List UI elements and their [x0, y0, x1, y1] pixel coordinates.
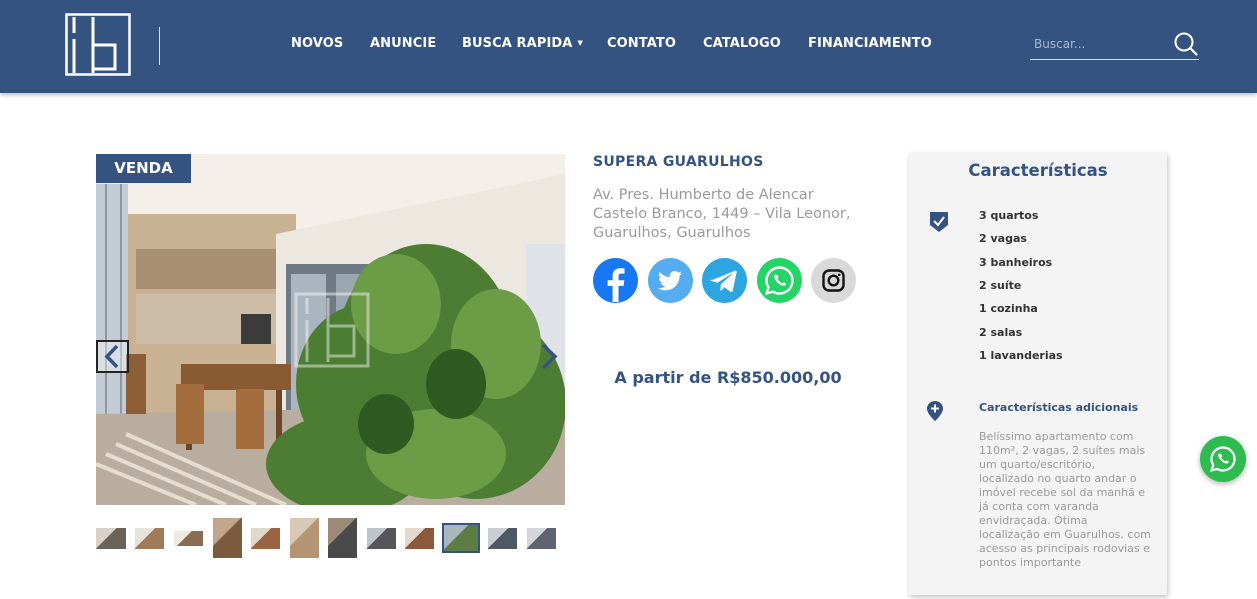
photo-thumbnail[interactable]	[367, 528, 396, 549]
chevron-left-icon	[104, 344, 119, 369]
whatsapp-icon	[1209, 446, 1236, 472]
photo-thumbnail[interactable]	[135, 528, 164, 549]
features-card: Características 3 quartos 2 vagas 3 banhei…	[909, 153, 1167, 595]
photo-thumbnail[interactable]	[213, 518, 242, 558]
photo-thumbnail[interactable]	[405, 528, 434, 549]
map-pin-plus-icon	[927, 401, 943, 421]
extra-features-description: Belíssimo apartamento com 110m², 2 vagas…	[979, 430, 1151, 569]
features-title: Características	[968, 161, 1108, 180]
feature-item: 1 cozinha	[979, 302, 1038, 316]
facebook-icon	[593, 258, 638, 303]
twitter-icon	[648, 258, 693, 303]
photo-thumbnail[interactable]	[290, 518, 319, 558]
feature-item: 2 vagas	[979, 232, 1027, 246]
whatsapp-chat-button[interactable]	[1200, 436, 1246, 482]
listing-price: A partir de R$850.000,00	[614, 368, 842, 387]
twitter-share-button[interactable]	[647, 258, 693, 303]
whatsapp-icon	[757, 258, 802, 303]
site-logo[interactable]	[65, 13, 131, 76]
photo-thumbnail[interactable]	[251, 528, 280, 549]
feature-item: 3 quartos	[979, 209, 1039, 222]
facebook-share-button[interactable]	[593, 258, 638, 303]
nav-item-novos[interactable]: NOVOS	[291, 36, 343, 51]
feature-item: 2 salas	[979, 325, 1023, 339]
feature-item: 1 lavanderias	[979, 348, 1063, 362]
nav-item-label: CATALOGO	[703, 36, 781, 51]
nav-item-label: CONTATO	[607, 36, 677, 51]
nav-item-anuncie[interactable]: ANUNCIE	[370, 36, 436, 51]
nav-item-catalogo[interactable]: CATALOGO	[703, 36, 781, 51]
feature-item: 2 suíte	[979, 278, 1022, 292]
nav-item-label: ANUNCIE	[370, 36, 437, 51]
nav-item-label: NOVOS	[291, 36, 344, 51]
listing-title: SUPERA GUARULHOS	[593, 154, 764, 170]
nav-item-label: BUSCA RAPIDA	[462, 36, 573, 51]
caret-down-icon: ▼	[577, 39, 583, 47]
photo-thumbnail[interactable]	[96, 528, 126, 549]
logo-divider	[159, 27, 160, 65]
extra-features-title: Características adicionais	[979, 401, 1139, 414]
shield-check-icon	[930, 212, 948, 232]
listing-address: Av. Pres. Humberto de Alencar Castelo Br…	[593, 187, 851, 241]
search-box	[1030, 30, 1199, 60]
telegram-icon	[702, 258, 747, 303]
feature-item: 3 banheiros	[979, 255, 1053, 269]
sale-badge: VENDA	[96, 154, 191, 183]
whatsapp-share-button[interactable]	[756, 258, 802, 303]
photo-carousel[interactable]	[96, 154, 565, 505]
photo-thumbnail[interactable]	[488, 528, 517, 549]
photo-thumbnail[interactable]	[174, 531, 203, 546]
previous-photo-button[interactable]	[96, 340, 129, 373]
search-icon[interactable]	[1173, 31, 1199, 57]
photo-thumbnail[interactable]	[442, 523, 480, 553]
main-photo	[96, 154, 565, 505]
photo-thumbnail[interactable]	[328, 518, 357, 558]
search-input[interactable]	[1034, 34, 1164, 54]
instagram-icon	[811, 258, 856, 303]
instagram-share-button[interactable]	[811, 258, 856, 303]
site-header: NOVOS ANUNCIE BUSCA RAPIDA ▼ CONTATO CATALOGO…	[0, 0, 1257, 93]
photo-thumbnail[interactable]	[527, 528, 556, 549]
nav-item-busca-rapida[interactable]: BUSCA RAPIDA ▼	[462, 36, 583, 51]
next-photo-button[interactable]	[535, 340, 563, 373]
nav-item-label: FINANCIAMENTO	[808, 36, 932, 51]
nav-item-contato[interactable]: CONTATO	[607, 36, 676, 51]
telegram-share-button[interactable]	[702, 258, 747, 303]
nav-item-financiamento[interactable]: FINANCIAMENTO	[808, 36, 932, 51]
